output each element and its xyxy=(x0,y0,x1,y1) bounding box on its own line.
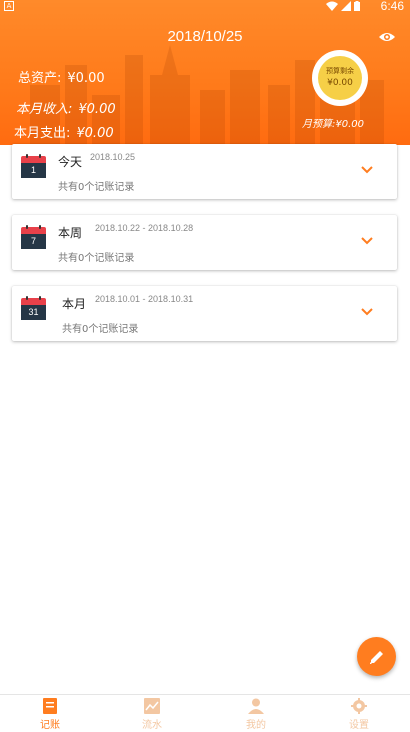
card-date-range: 2018.10.22 - 2018.10.28 xyxy=(95,223,194,233)
card-title: 本周 xyxy=(58,226,83,240)
calendar-icon: 31 xyxy=(21,296,46,320)
calendar-icon: 7 xyxy=(21,225,46,249)
nav-label: 记账 xyxy=(40,720,60,731)
calendar-day: 31 xyxy=(21,305,46,320)
card-this-month[interactable]: 31 本月 2018.10.01 - 2018.10.31 共有0个记账记录 xyxy=(12,286,397,341)
month-income-label: 本月收入: xyxy=(16,102,73,117)
signal-icon xyxy=(341,1,351,11)
chevron-down-icon[interactable] xyxy=(361,308,373,316)
nav-label: 设置 xyxy=(349,720,369,731)
pencil-icon xyxy=(369,650,383,664)
add-record-button[interactable] xyxy=(357,637,396,676)
total-assets-label: 总资产: xyxy=(18,71,62,86)
nav-item-settings[interactable]: 设置 xyxy=(329,698,389,731)
month-budget-value: ¥0.00 xyxy=(335,119,365,130)
card-title: 本月 xyxy=(62,297,87,311)
chevron-down-icon[interactable] xyxy=(361,166,373,174)
total-assets: 总资产: ¥0.00 xyxy=(18,67,105,86)
chevron-down-icon[interactable] xyxy=(361,237,373,245)
calendar-day: 7 xyxy=(21,234,46,249)
wifi-icon xyxy=(326,1,338,11)
month-expense-label: 本月支出: xyxy=(14,126,71,141)
card-today[interactable]: 1 今天 2018.10.25 共有0个记账记录 xyxy=(12,144,397,199)
card-record-count: 共有0个记账记录 xyxy=(58,253,135,264)
chart-icon xyxy=(144,698,160,714)
summary-header: A 6:46 2018/10/25 总资产: ¥0.00 本月收入: ¥0.00 本… xyxy=(0,0,410,145)
person-icon xyxy=(248,698,264,714)
nav-label: 我的 xyxy=(246,720,266,731)
nav-item-bookkeeping[interactable]: 记账 xyxy=(20,698,80,731)
card-date-range: 2018.10.01 - 2018.10.31 xyxy=(95,294,194,304)
month-expense-value: ¥0.00 xyxy=(76,126,114,141)
calendar-day: 1 xyxy=(21,163,46,178)
budget-remaining-value: ¥0.00 xyxy=(327,78,353,88)
eye-icon[interactable] xyxy=(378,31,396,43)
budget-remaining-label: 预算剩余 xyxy=(326,67,354,75)
calendar-icon: 1 xyxy=(21,154,46,178)
card-date-range: 2018.10.25 xyxy=(90,152,136,162)
month-budget-label: 月预算: xyxy=(302,119,336,130)
budget-remaining-badge[interactable]: 预算剩余 ¥0.00 xyxy=(312,50,368,106)
battery-icon xyxy=(354,1,360,11)
gear-icon xyxy=(351,698,367,714)
nav-label: 流水 xyxy=(142,720,162,731)
status-time: 6:46 xyxy=(380,0,404,13)
note-icon xyxy=(43,698,57,714)
card-record-count: 共有0个记账记录 xyxy=(62,324,139,335)
month-income: 本月收入: ¥0.00 xyxy=(16,98,116,117)
card-title: 今天 xyxy=(58,155,83,169)
current-date[interactable]: 2018/10/25 xyxy=(0,28,410,45)
month-income-value: ¥0.00 xyxy=(78,102,116,117)
card-this-week[interactable]: 7 本周 2018.10.22 - 2018.10.28 共有0个记账记录 xyxy=(12,215,397,270)
month-budget: 月预算:¥0.00 xyxy=(302,115,364,130)
bottom-navigation: 记账 流水 我的 设置 xyxy=(0,694,410,732)
nav-item-transactions[interactable]: 流水 xyxy=(122,698,182,731)
status-bar: A 6:46 xyxy=(0,0,410,14)
app-notification-icon: A xyxy=(4,1,14,11)
total-assets-value: ¥0.00 xyxy=(67,71,105,86)
card-record-count: 共有0个记账记录 xyxy=(58,182,135,193)
month-expense: 本月支出: ¥0.00 xyxy=(14,122,114,141)
nav-item-mine[interactable]: 我的 xyxy=(226,698,286,731)
